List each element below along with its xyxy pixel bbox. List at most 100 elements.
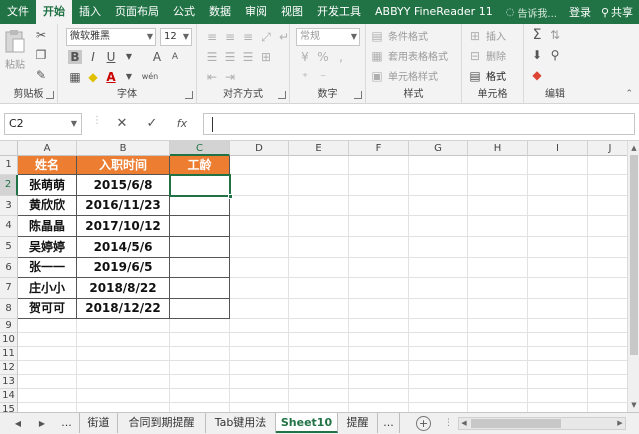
table-cell-seniority[interactable]	[170, 196, 230, 216]
add-sheet-icon[interactable]: +	[416, 416, 431, 431]
align-center-icon[interactable]: ☰	[223, 50, 237, 64]
active-cell-c2[interactable]	[169, 174, 233, 199]
collapse-ribbon-icon[interactable]: ⌃	[625, 89, 633, 99]
table-cell-name[interactable]: 黄欣欣	[18, 196, 77, 216]
chevron-down-icon[interactable]: ▼	[122, 50, 136, 64]
formula-input[interactable]	[203, 113, 635, 135]
share-button[interactable]: ⚲ 共享	[597, 4, 637, 20]
table-cell-name[interactable]: 张萌萌	[18, 175, 77, 196]
insert-function-button[interactable]: fx	[172, 114, 192, 134]
increase-indent-icon[interactable]: ⇥	[223, 70, 237, 84]
align-left-icon[interactable]: ☰	[205, 50, 219, 64]
format-as-table-button[interactable]: ▦ 套用表格格式	[370, 48, 448, 64]
decrease-indent-icon[interactable]: ⇤	[205, 70, 219, 84]
vertical-scrollbar[interactable]: ▲ ▼	[627, 141, 639, 412]
scrollbar-thumb[interactable]	[630, 155, 638, 355]
column-header-e[interactable]: E	[289, 141, 349, 156]
row-header[interactable]: 7	[0, 278, 18, 299]
tab-home[interactable]: 开始	[36, 0, 72, 24]
decrease-decimal-icon[interactable]: ⁻	[316, 70, 330, 84]
bold-button[interactable]: B	[68, 50, 82, 64]
alignment-launcher-icon[interactable]	[278, 91, 286, 99]
row-header[interactable]: 13	[0, 375, 18, 389]
clear-icon[interactable]: ◆	[530, 68, 544, 82]
insert-cells-button[interactable]: ⊞ 插入	[468, 28, 506, 44]
table-cell-seniority[interactable]	[170, 237, 230, 258]
number-launcher-icon[interactable]	[354, 91, 362, 99]
row-header[interactable]: 9	[0, 319, 18, 333]
table-cell-date[interactable]: 2015/6/8	[77, 175, 170, 196]
row-header[interactable]: 3	[0, 196, 18, 216]
sheet-tab-tab-key-usage[interactable]: Tab键用法	[206, 413, 276, 433]
table-cell-date[interactable]: 2017/10/12	[77, 216, 170, 237]
column-header-a[interactable]: A	[18, 141, 77, 156]
table-cell-name[interactable]: 吴婷婷	[18, 237, 77, 258]
cut-button[interactable]: ✂	[34, 28, 48, 42]
select-all-corner[interactable]	[0, 141, 18, 156]
table-cell-name[interactable]: 陈晶晶	[18, 216, 77, 237]
chevron-down-icon[interactable]: ▼	[122, 70, 136, 84]
format-painter-button[interactable]: ✎	[34, 68, 48, 82]
tab-insert[interactable]: 插入	[72, 0, 108, 24]
table-cell-name[interactable]: 张一一	[18, 258, 77, 278]
worksheet-grid[interactable]: A B C D E F G H I J 1 2 3 4 5 6 7 8 9 10…	[0, 141, 627, 412]
align-right-icon[interactable]: ☰	[241, 50, 255, 64]
find-icon[interactable]: ⚲	[548, 48, 562, 62]
fill-icon[interactable]: ⬇	[530, 48, 544, 62]
align-top-icon[interactable]: ≡	[205, 30, 219, 44]
row-header[interactable]: 10	[0, 333, 18, 347]
currency-icon[interactable]: ¥	[298, 50, 312, 64]
sheet-tab-contract-reminder[interactable]: 合同到期提醒	[118, 413, 206, 433]
formula-bar-grip[interactable]: ⋮	[92, 115, 102, 133]
table-cell-date[interactable]: 2019/6/5	[77, 258, 170, 278]
next-sheet-icon[interactable]: ▶	[36, 417, 48, 431]
scroll-right-icon[interactable]: ▶	[615, 418, 625, 429]
tab-page-layout[interactable]: 页面布局	[108, 0, 166, 24]
table-cell-name[interactable]: 贺可可	[18, 299, 77, 319]
column-header-g[interactable]: G	[409, 141, 468, 156]
delete-cells-button[interactable]: ⊟ 删除	[468, 48, 506, 64]
row-header[interactable]: 8	[0, 299, 18, 319]
scrollbar-thumb[interactable]	[471, 419, 561, 428]
orientation-icon[interactable]: ⤢	[259, 30, 273, 44]
clipboard-launcher-icon[interactable]	[46, 91, 54, 99]
tab-review[interactable]: 审阅	[238, 0, 274, 24]
wrap-text-icon[interactable]: ↵	[277, 30, 291, 44]
tab-file[interactable]: 文件	[0, 0, 36, 24]
previous-sheet-icon[interactable]: ◀	[12, 417, 24, 431]
copy-button[interactable]: ❐	[34, 48, 48, 62]
table-cell-seniority[interactable]	[170, 258, 230, 278]
row-header[interactable]: 1	[0, 156, 18, 175]
row-header[interactable]: 12	[0, 361, 18, 375]
align-middle-icon[interactable]: ≡	[223, 30, 237, 44]
font-launcher-icon[interactable]	[185, 91, 193, 99]
column-header-d[interactable]: D	[230, 141, 289, 156]
row-header[interactable]: 2	[0, 175, 18, 196]
font-size-select[interactable]: 12 ▼	[160, 28, 192, 46]
column-header-i[interactable]: I	[528, 141, 588, 156]
table-cell-date[interactable]: 2014/5/6	[77, 237, 170, 258]
table-cell-date[interactable]: 2018/12/22	[77, 299, 170, 319]
font-color-button[interactable]: A	[104, 70, 118, 84]
fill-color-icon[interactable]: ◆	[86, 70, 100, 84]
border-icon[interactable]: ▦	[68, 70, 82, 84]
sheet-tab-sheet10[interactable]: Sheet10	[276, 413, 338, 433]
tab-view[interactable]: 视图	[274, 0, 310, 24]
table-cell-date[interactable]: 2018/8/22	[77, 278, 170, 299]
header-cell-hire-date[interactable]: 入职时间	[77, 156, 170, 175]
column-header-b[interactable]: B	[77, 141, 170, 156]
sheet-tab-reminder[interactable]: 提醒	[338, 413, 378, 433]
align-bottom-icon[interactable]: ≡	[241, 30, 255, 44]
sheet-tab-overflow-left[interactable]: ...	[54, 413, 80, 433]
table-cell-seniority[interactable]	[170, 216, 230, 237]
cancel-button[interactable]: ✕	[112, 114, 132, 134]
row-header[interactable]: 11	[0, 347, 18, 361]
horizontal-scrollbar[interactable]: ◀ ▶	[458, 417, 626, 430]
tab-formulas[interactable]: 公式	[166, 0, 202, 24]
row-header[interactable]: 14	[0, 389, 18, 403]
table-cell-date[interactable]: 2016/11/23	[77, 196, 170, 216]
table-cell-seniority[interactable]	[170, 278, 230, 299]
column-header-j[interactable]: J	[588, 141, 627, 156]
row-header[interactable]: 6	[0, 258, 18, 278]
header-cell-name[interactable]: 姓名	[18, 156, 77, 175]
